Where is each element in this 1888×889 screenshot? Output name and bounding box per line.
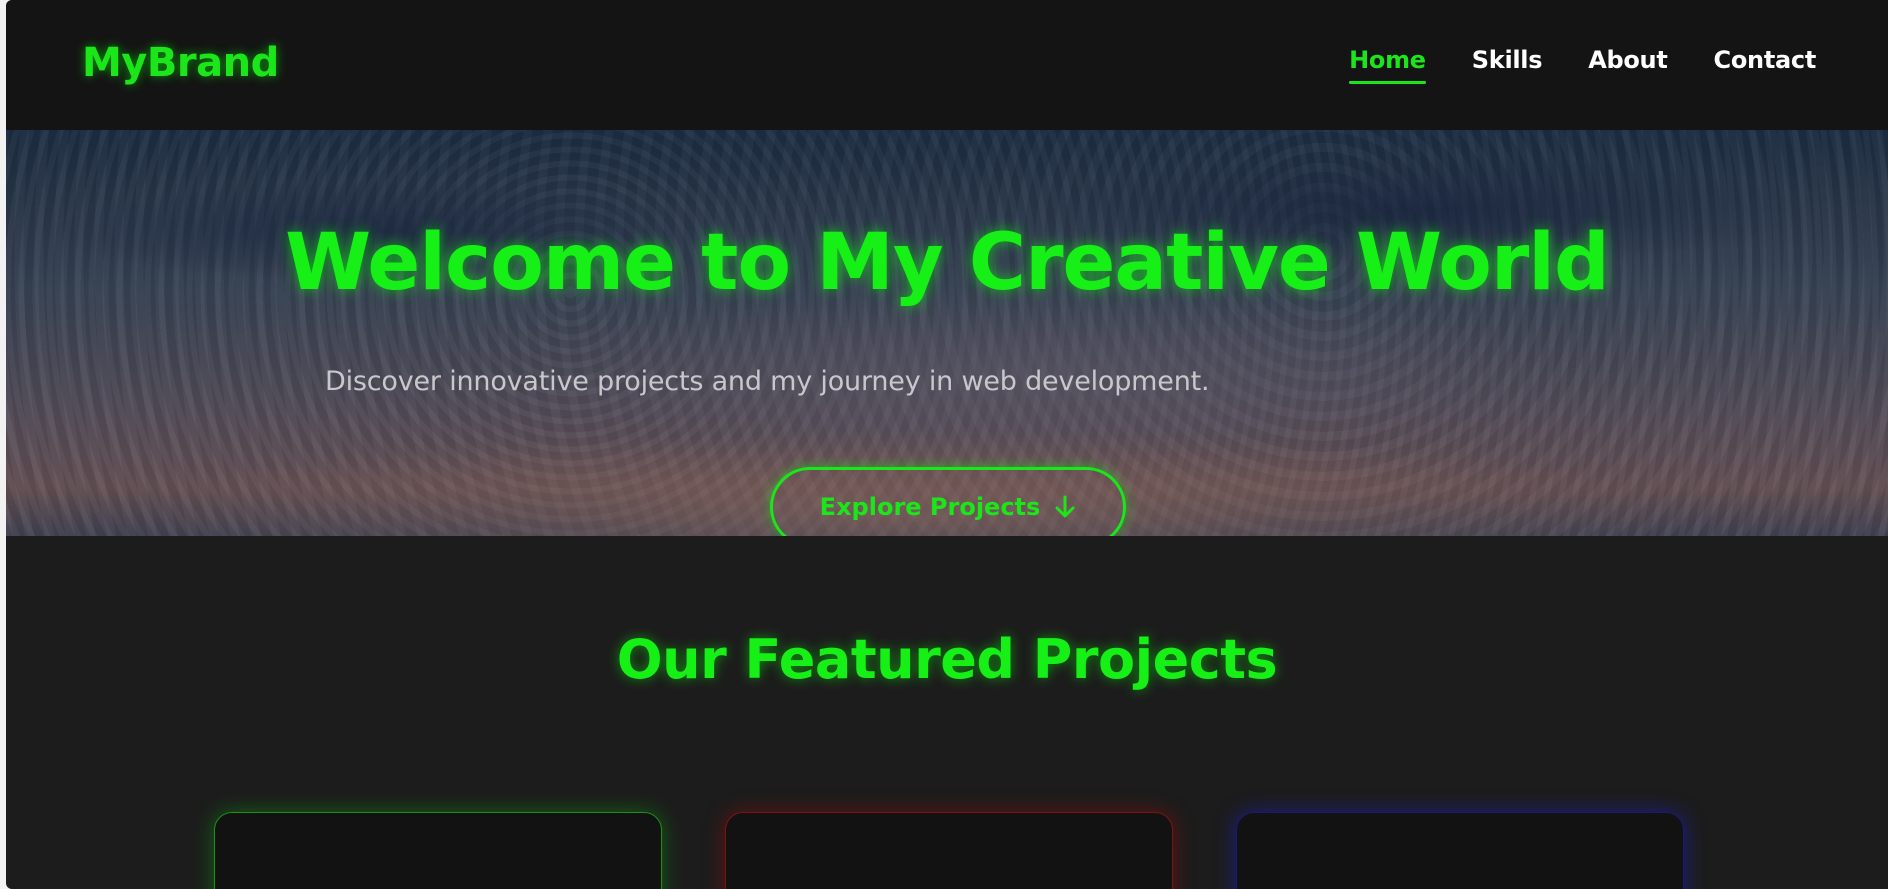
project-card-blue[interactable] bbox=[1236, 812, 1684, 889]
site-header: MyBrand Home Skills About Contact bbox=[6, 0, 1888, 130]
nav-item-skills[interactable]: Skills bbox=[1472, 46, 1543, 84]
page: MyBrand Home Skills About Contact Welcom… bbox=[6, 0, 1888, 889]
main-nav: Home Skills About Contact bbox=[1349, 46, 1816, 84]
nav-item-about[interactable]: About bbox=[1588, 46, 1668, 84]
hero-title: Welcome to My Creative World bbox=[285, 218, 1610, 308]
nav-item-contact[interactable]: Contact bbox=[1714, 46, 1817, 84]
section-title: Our Featured Projects bbox=[616, 628, 1278, 691]
brand-logo[interactable]: MyBrand bbox=[82, 40, 279, 86]
hero-subtitle: Discover innovative projects and my jour… bbox=[325, 366, 1210, 397]
explore-projects-label: Explore Projects bbox=[819, 493, 1041, 521]
hero-section: Welcome to My Creative World Discover in… bbox=[6, 130, 1888, 536]
explore-projects-button[interactable]: Explore Projects bbox=[770, 467, 1126, 536]
project-card-green[interactable] bbox=[214, 812, 662, 889]
project-card-red[interactable] bbox=[725, 812, 1173, 889]
arrow-down-icon bbox=[1054, 495, 1076, 519]
nav-item-home[interactable]: Home bbox=[1349, 46, 1426, 84]
